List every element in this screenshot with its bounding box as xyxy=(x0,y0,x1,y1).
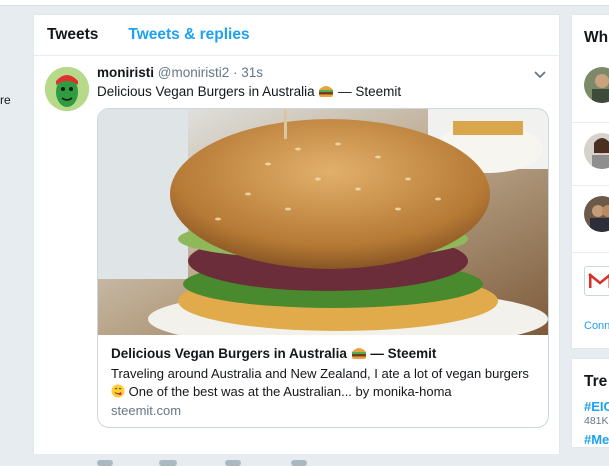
tab-tweets-and-replies[interactable]: Tweets & replies xyxy=(98,26,249,44)
trend-item[interactable]: #Me xyxy=(584,432,609,447)
person-photo-icon xyxy=(584,67,609,103)
tweet-timestamp[interactable]: 31s xyxy=(241,65,263,80)
connect-contacts-link[interactable]: Conn xyxy=(584,320,609,332)
separator-dot: · xyxy=(233,65,238,80)
retweet-icon xyxy=(159,460,177,466)
card-title: Delicious Vegan Burgers in Australia — S… xyxy=(111,346,436,361)
burger-emoji-icon xyxy=(351,346,367,360)
green-character-avatar-icon xyxy=(45,67,89,111)
card-description-line-2: One of the best was at the Australian...… xyxy=(129,384,452,399)
tweet-text-main: Delicious Vegan Burgers in Australia xyxy=(97,84,315,99)
trends-title: Tre xyxy=(584,373,607,391)
like-icon xyxy=(225,460,241,466)
suggested-user-avatar[interactable] xyxy=(584,67,609,103)
card-domain: steemit.com xyxy=(111,403,181,418)
divider xyxy=(572,252,609,253)
who-to-follow-title: Wh xyxy=(584,29,608,47)
trend-item[interactable]: #EIC xyxy=(584,399,609,414)
profile-tabs: Tweets Tweets & replies xyxy=(34,15,559,56)
tweet-text: Delicious Vegan Burgers in Australia — S… xyxy=(97,84,401,99)
chevron-down-icon[interactable] xyxy=(533,70,547,80)
gmail-connect-box[interactable] xyxy=(584,266,609,296)
who-to-follow-panel: Wh Conn xyxy=(571,14,609,349)
burger-photo-icon xyxy=(98,109,549,335)
gmail-icon xyxy=(585,267,609,295)
profile-timeline: Tweets Tweets & replies moniristi @monir… xyxy=(33,14,560,454)
yum-face-emoji-icon xyxy=(111,384,125,398)
tweet-text-suffix: — Steemit xyxy=(338,84,401,99)
reply-icon xyxy=(97,460,113,466)
suggested-user-avatar[interactable] xyxy=(584,133,609,169)
user-name[interactable]: moniristi xyxy=(97,65,154,80)
suggested-user-avatar[interactable] xyxy=(584,196,609,232)
trend-count: 481K xyxy=(584,415,609,427)
tab-tweets[interactable]: Tweets xyxy=(34,26,98,44)
card-description: Traveling around Australia and New Zeala… xyxy=(111,365,531,401)
person-photo-icon xyxy=(584,196,609,232)
person-photo-icon xyxy=(584,133,609,169)
trends-panel: Tre #EIC 481K #Me xyxy=(571,358,609,448)
user-avatar[interactable] xyxy=(45,67,89,111)
card-description-line-2-wrap: One of the best was at the Australian...… xyxy=(111,383,531,401)
divider xyxy=(572,122,609,123)
tweet-actions-partial xyxy=(97,454,357,466)
link-card[interactable]: Delicious Vegan Burgers in Australia — S… xyxy=(97,108,549,428)
top-strip xyxy=(0,0,609,6)
card-title-suffix: — Steemit xyxy=(370,346,436,361)
tweet-header: moniristi @moniristi2 · 31s xyxy=(97,65,263,80)
card-title-main: Delicious Vegan Burgers in Australia xyxy=(111,346,347,361)
burger-emoji-icon xyxy=(318,84,334,98)
left-column-fragment: re xyxy=(0,93,11,107)
user-handle[interactable]: @moniristi2 xyxy=(158,65,229,80)
message-icon xyxy=(291,460,307,466)
card-description-line-1: Traveling around Australia and New Zeala… xyxy=(111,365,531,383)
divider xyxy=(572,185,609,186)
